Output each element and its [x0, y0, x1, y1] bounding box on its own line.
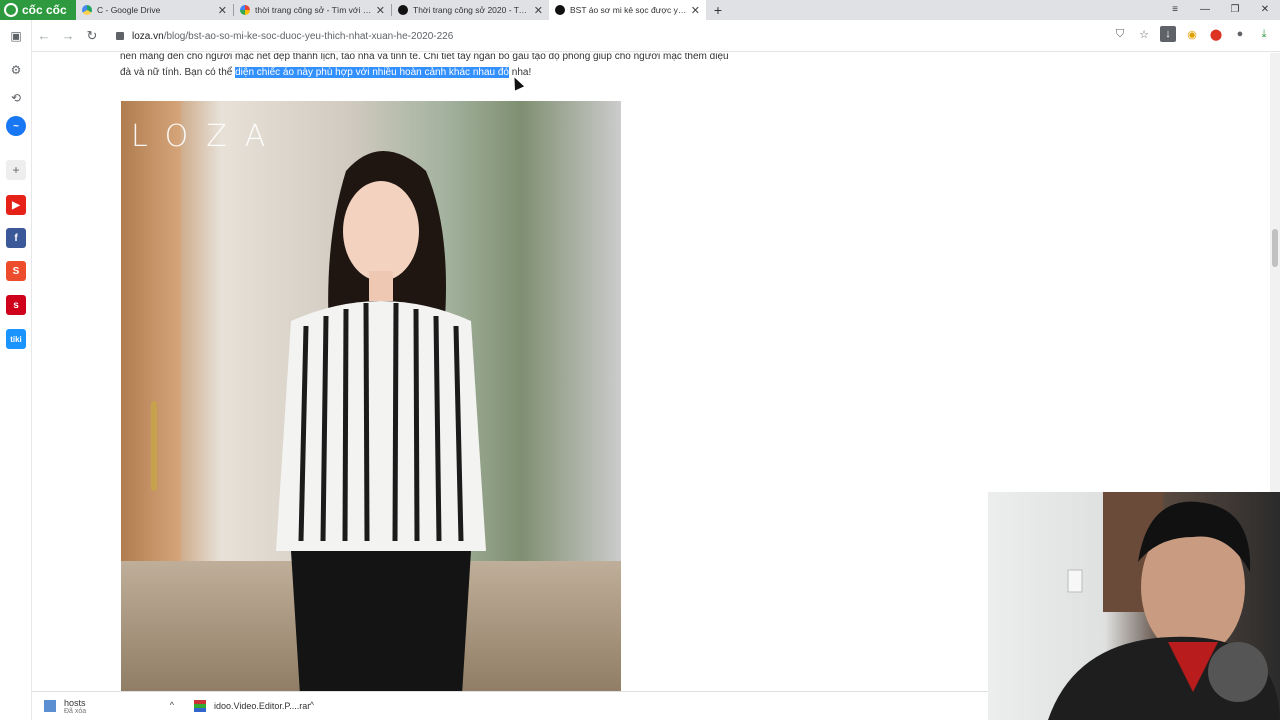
- address-bar[interactable]: loza.vn /blog/bst-ao-so-mi-ke-soc-duoc-y…: [116, 26, 1116, 46]
- model-figure: [276, 151, 486, 691]
- coccoc-menu-button[interactable]: cốc cốc: [0, 0, 76, 20]
- restore-icon[interactable]: ❐: [1220, 0, 1250, 20]
- url-host: loza.vn: [132, 30, 164, 42]
- brand-label: cốc cốc: [22, 3, 67, 17]
- close-icon[interactable]: ✕: [534, 4, 543, 17]
- tab-title: BST áo sơ mi kẻ sọc được yêu thíc: [570, 5, 687, 15]
- lock-icon: [116, 32, 124, 40]
- reload-icon[interactable]: ↻: [80, 28, 104, 44]
- chevron-up-icon[interactable]: ^: [310, 700, 314, 710]
- selected-text: diện chiếc áo này phù hợp với nhiều hoàn…: [235, 67, 509, 78]
- tiki-icon[interactable]: tiki: [6, 329, 26, 349]
- facebook-icon[interactable]: f: [6, 228, 26, 248]
- site-icon: [398, 5, 408, 15]
- photo-door-handle: [151, 401, 157, 491]
- chevron-up-icon[interactable]: ^: [170, 700, 174, 710]
- tab-google-search[interactable]: thời trang công sở - Tìm với Goog ✕: [234, 0, 391, 20]
- extension-icon[interactable]: ◉: [1184, 26, 1200, 42]
- rar-file-icon: [194, 700, 206, 712]
- new-tab-button[interactable]: +: [706, 0, 730, 20]
- tab-strip: cốc cốc C - Google Drive ✕ thời trang cô…: [0, 0, 1280, 20]
- download-name: hosts: [64, 697, 86, 708]
- url-path: /blog/bst-ao-so-mi-ke-soc-duoc-yeu-thich…: [163, 30, 454, 42]
- loza-watermark: LOZA: [131, 119, 284, 154]
- article-line: nên mang đến cho người mặc nét đẹp thanh…: [120, 53, 729, 62]
- file-icon: [44, 700, 56, 712]
- profile-icon[interactable]: ●: [1232, 26, 1248, 42]
- sidebar: ▣ ⚙ ⟲ ~ + ▶ f S s tiki: [0, 20, 32, 720]
- close-icon[interactable]: ✕: [218, 4, 227, 17]
- article-text: đà và nữ tính. Bạn có thể: [120, 67, 236, 78]
- tab-title: Thời trang công sở 2020 - Tuyển c: [413, 5, 530, 15]
- downloads-bar: hosts Đã xóa ^ idoo.Video.Editor.P....ra…: [32, 691, 988, 720]
- toolbar-actions: ⛉ ☆ ↓ ◉ ⬤ ● ⤓: [1112, 26, 1272, 42]
- download-item[interactable]: hosts Đã xóa ^: [32, 692, 182, 721]
- star-icon[interactable]: ☆: [1136, 26, 1152, 42]
- messenger-icon[interactable]: ~: [6, 116, 26, 136]
- downloads-shortcut-icon[interactable]: ⤓: [1256, 26, 1272, 42]
- close-window-icon[interactable]: ✕: [1250, 0, 1280, 20]
- sidebar-toggle-icon[interactable]: ▣: [6, 26, 26, 46]
- tab-title: thời trang công sở - Tìm với Goog: [255, 5, 372, 15]
- article-line: đà và nữ tính. Bạn có thể diện chiếc áo …: [120, 65, 740, 81]
- webcam-overlay: [988, 492, 1280, 720]
- browser-toolbar: ← → ↻ loza.vn /blog/bst-ao-so-mi-ke-soc-…: [0, 20, 1280, 52]
- coccoc-logo-icon: [4, 3, 18, 17]
- tab-title: C - Google Drive: [97, 5, 161, 15]
- close-icon[interactable]: ✕: [376, 4, 385, 17]
- download-name: idoo.Video.Editor.P....rar: [214, 701, 311, 711]
- shield-icon[interactable]: ⛉: [1112, 26, 1128, 42]
- youtube-icon[interactable]: ▶: [6, 195, 26, 215]
- product-photo: LOZA: [121, 101, 621, 691]
- site-icon: [555, 5, 565, 15]
- article-paragraph: nên mang đến cho người mặc nét đẹp thanh…: [120, 53, 740, 81]
- adblock-icon[interactable]: ⬤: [1208, 26, 1224, 42]
- add-icon[interactable]: +: [6, 160, 26, 180]
- shopee-icon[interactable]: S: [6, 261, 26, 281]
- article-text: nha!: [508, 67, 532, 78]
- google-icon: [240, 5, 250, 15]
- forward-icon[interactable]: →: [56, 28, 80, 43]
- tab-google-drive[interactable]: C - Google Drive ✕: [76, 0, 233, 20]
- gear-icon[interactable]: ⚙: [6, 60, 26, 80]
- google-drive-icon: [82, 5, 92, 15]
- back-icon[interactable]: ←: [32, 28, 56, 43]
- download-status: Đã xóa: [64, 707, 87, 715]
- history-icon[interactable]: ⟲: [6, 88, 26, 108]
- tab-thoi-trang[interactable]: Thời trang công sở 2020 - Tuyển c ✕: [392, 0, 549, 20]
- sendo-icon[interactable]: s: [6, 295, 26, 315]
- webcam-presenter: [1048, 492, 1280, 720]
- tab-bst-ao-so-mi[interactable]: BST áo sơ mi kẻ sọc được yêu thíc ✕: [549, 0, 706, 20]
- close-icon[interactable]: ✕: [691, 4, 700, 17]
- scrollbar-thumb[interactable]: [1272, 229, 1278, 267]
- window-controls: ≡ — ❐ ✕: [1160, 0, 1280, 20]
- tab-search-icon[interactable]: ≡: [1160, 0, 1190, 20]
- download-item[interactable]: idoo.Video.Editor.P....rar ^: [182, 692, 322, 721]
- minimize-icon[interactable]: —: [1190, 0, 1220, 20]
- download-icon[interactable]: ↓: [1160, 26, 1176, 42]
